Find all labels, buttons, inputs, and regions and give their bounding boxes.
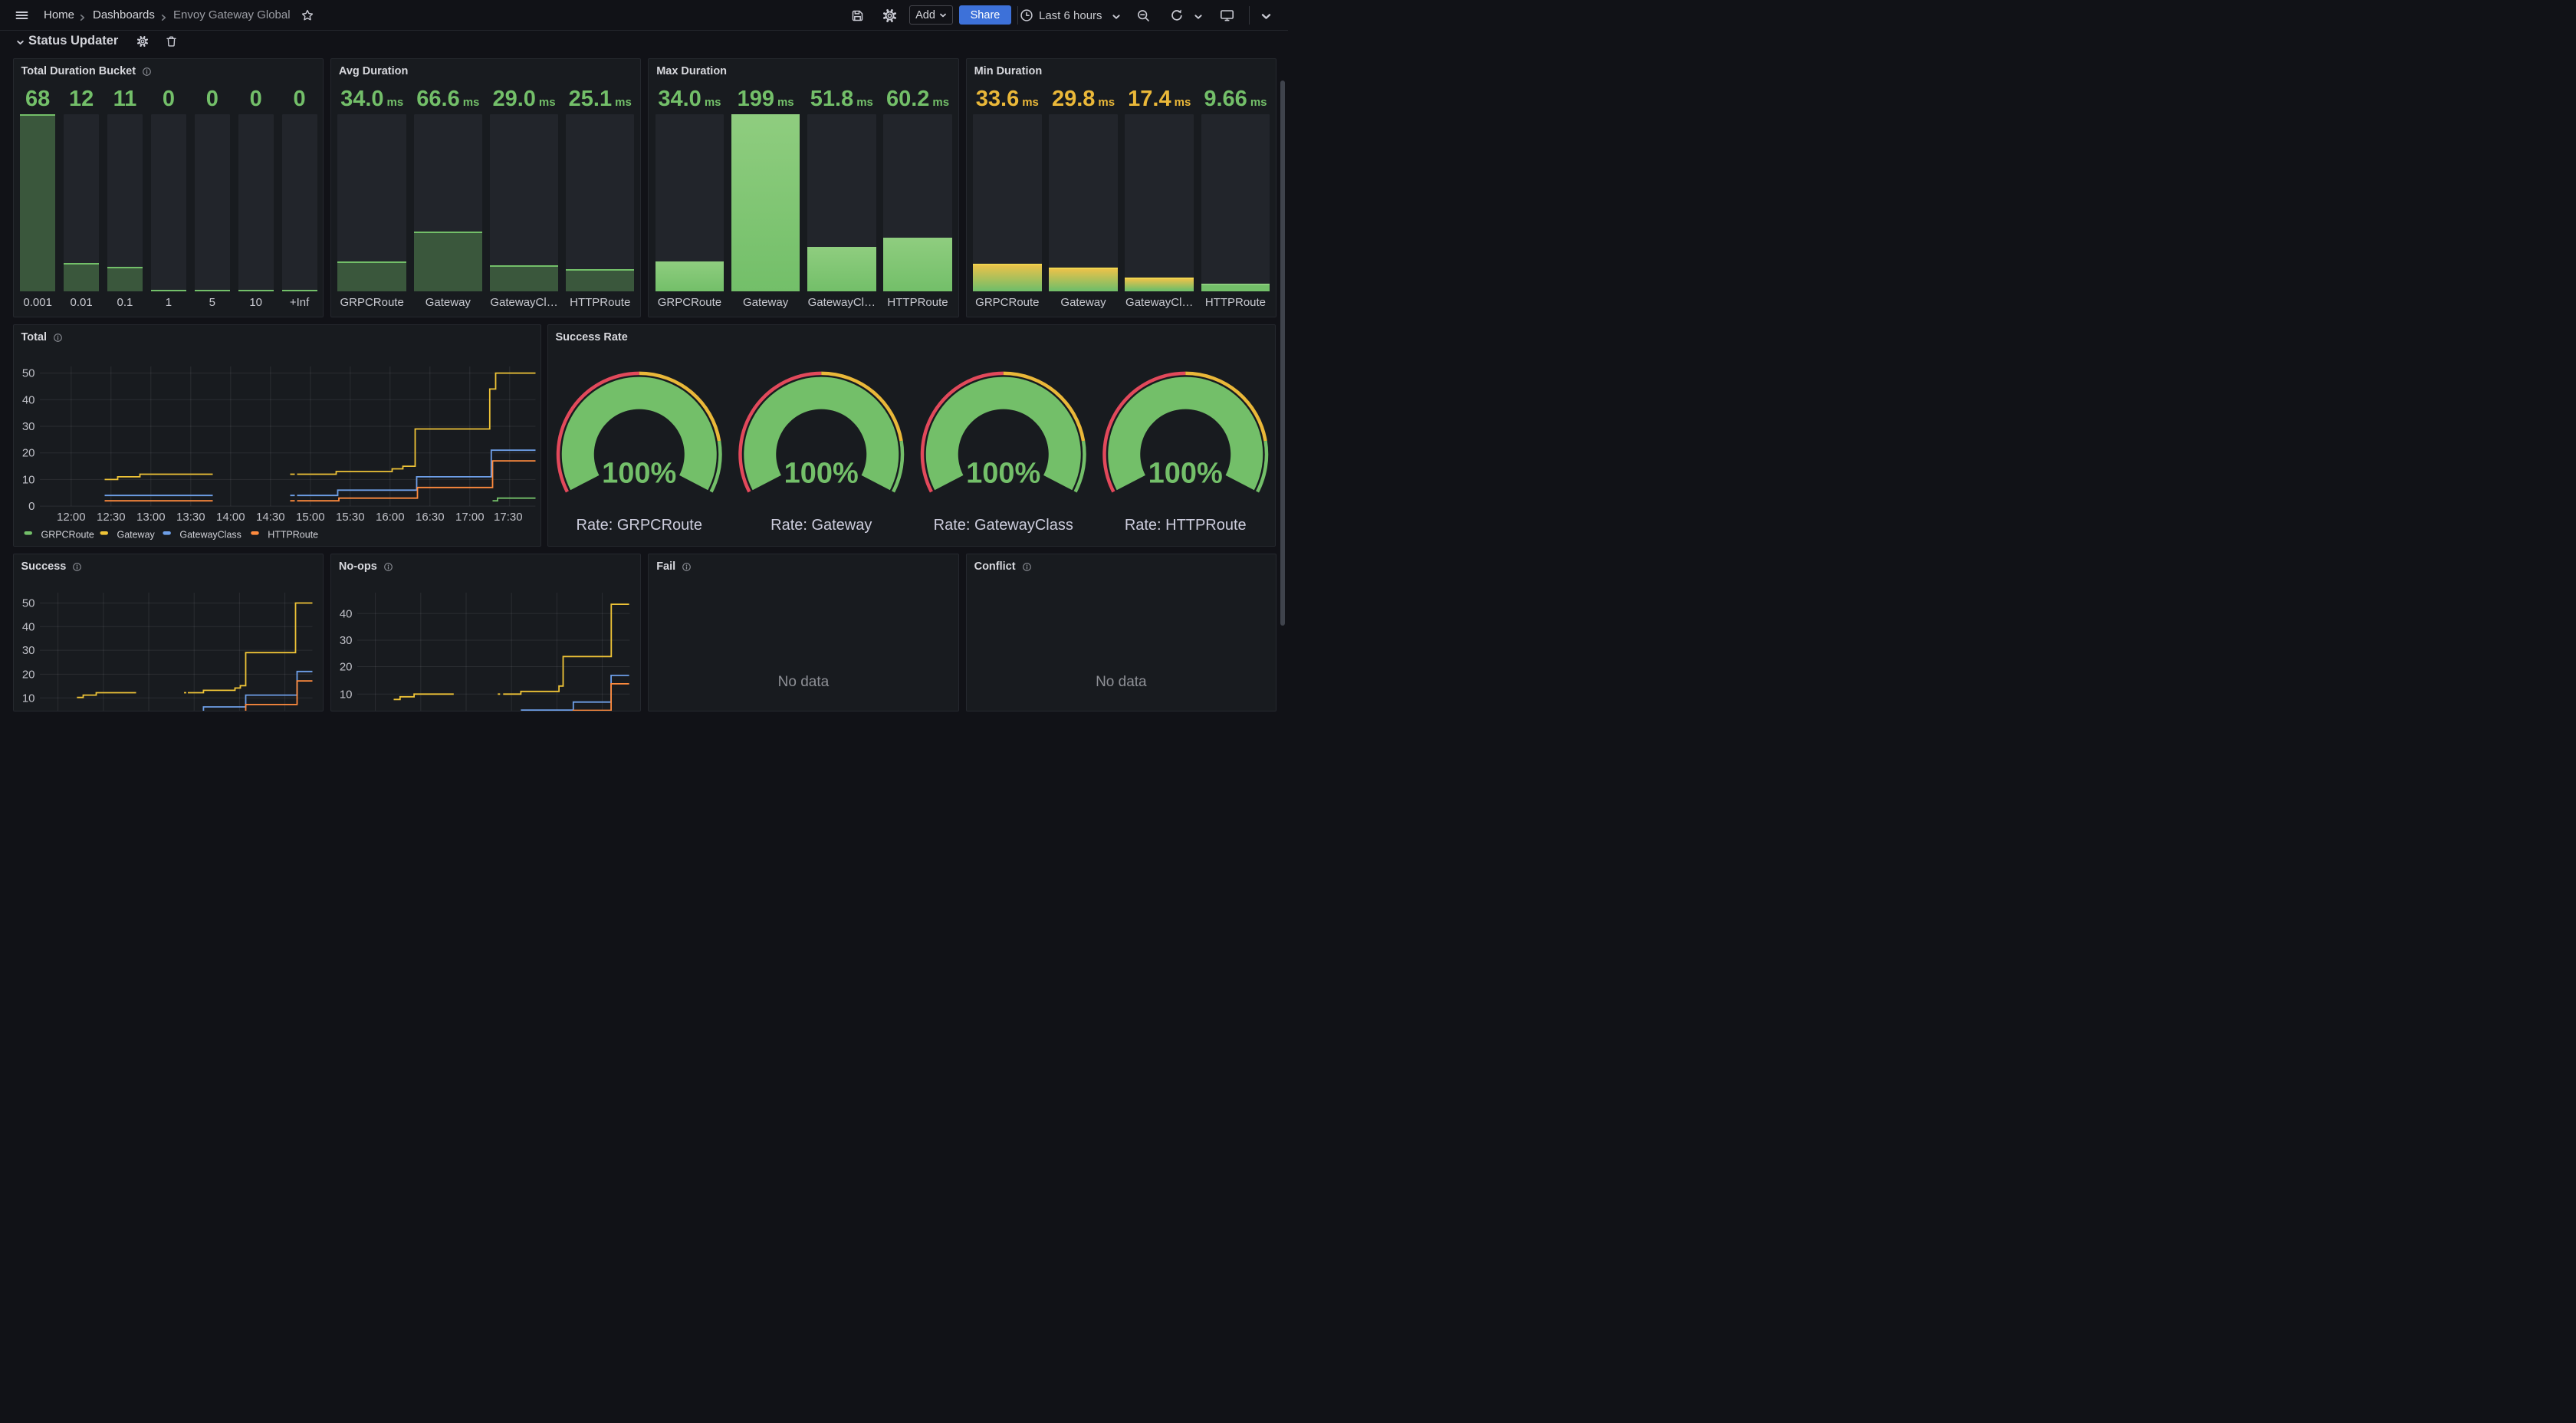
svg-text:Rate: Gateway: Rate: Gateway <box>770 517 872 534</box>
svg-text:GRPCRoute: GRPCRoute <box>41 530 94 541</box>
svg-text:100%: 100% <box>1148 458 1222 490</box>
svg-text:16:30: 16:30 <box>416 511 445 524</box>
svg-text:14:00: 14:00 <box>216 511 245 524</box>
svg-text:100%: 100% <box>602 458 676 490</box>
svg-text:14:30: 14:30 <box>256 511 285 524</box>
svg-text:15:30: 15:30 <box>336 511 365 524</box>
svg-text:GatewayClass: GatewayClass <box>179 530 241 541</box>
svg-text:13:30: 13:30 <box>176 511 205 524</box>
svg-text:30: 30 <box>21 644 34 657</box>
svg-text:10: 10 <box>340 688 353 702</box>
svg-text:100%: 100% <box>966 458 1040 490</box>
svg-text:20: 20 <box>340 661 353 674</box>
svg-text:17:30: 17:30 <box>494 511 523 524</box>
svg-text:50: 50 <box>21 597 34 610</box>
svg-text:16:00: 16:00 <box>376 511 405 524</box>
svg-text:40: 40 <box>340 608 353 621</box>
svg-text:10: 10 <box>21 692 34 705</box>
svg-text:30: 30 <box>21 420 34 433</box>
svg-text:HTTPRoute: HTTPRoute <box>268 530 318 541</box>
svg-text:12:00: 12:00 <box>57 511 86 524</box>
svg-text:40: 40 <box>21 621 34 634</box>
svg-text:13:00: 13:00 <box>136 511 166 524</box>
svg-text:17:00: 17:00 <box>455 511 485 524</box>
svg-text:30: 30 <box>340 634 353 647</box>
svg-text:Gateway: Gateway <box>117 530 155 541</box>
svg-text:20: 20 <box>21 447 34 460</box>
svg-text:15:00: 15:00 <box>296 511 324 524</box>
svg-text:100%: 100% <box>784 458 858 490</box>
svg-text:Rate: GatewayClass: Rate: GatewayClass <box>933 517 1073 534</box>
svg-text:Rate: GRPCRoute: Rate: GRPCRoute <box>576 517 702 534</box>
svg-text:10: 10 <box>21 474 34 487</box>
svg-text:50: 50 <box>21 367 34 380</box>
svg-text:Rate: HTTPRoute: Rate: HTTPRoute <box>1124 517 1246 534</box>
svg-text:40: 40 <box>21 394 34 407</box>
svg-text:0: 0 <box>28 500 34 513</box>
svg-text:12:30: 12:30 <box>97 511 126 524</box>
svg-text:20: 20 <box>21 669 34 682</box>
